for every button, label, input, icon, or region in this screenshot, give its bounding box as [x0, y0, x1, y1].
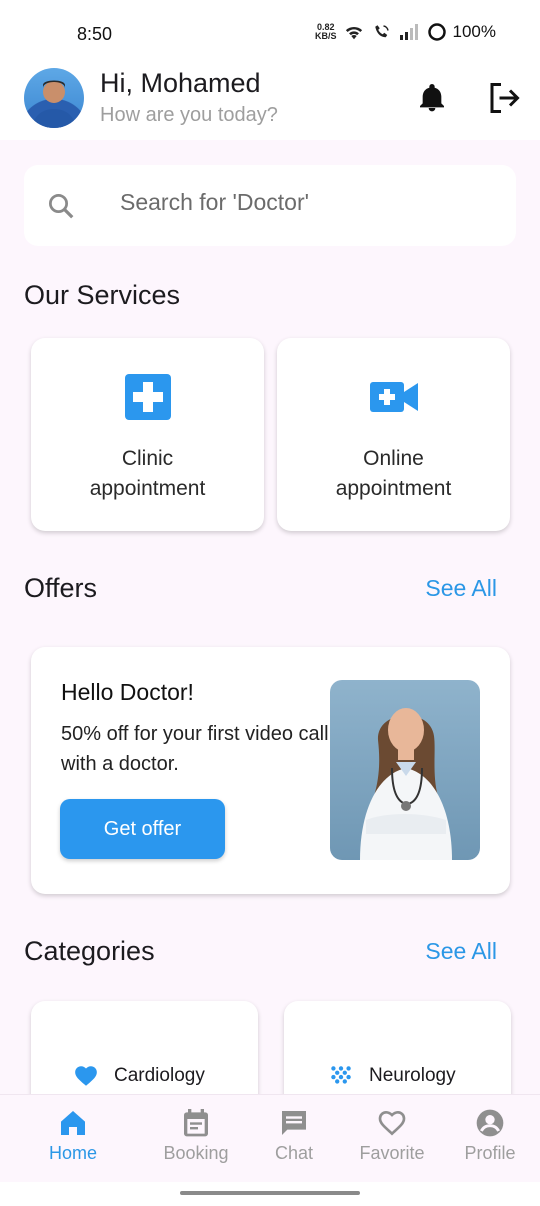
category-label: Cardiology — [114, 1065, 205, 1086]
nav-label: Favorite — [359, 1143, 425, 1163]
calendar-icon — [184, 1109, 208, 1137]
nav-profile[interactable]: Profile — [441, 1107, 539, 1164]
profile-icon — [476, 1109, 504, 1137]
nav-booking[interactable]: Booking — [147, 1107, 245, 1164]
home-icon — [61, 1111, 85, 1135]
bottom-navigation: Home Booking Chat Favorite Profile — [0, 1094, 540, 1182]
battery-level: 100% — [452, 22, 496, 41]
wifi-icon — [345, 26, 362, 40]
greeting-subtitle: How are you today? — [100, 104, 278, 126]
category-label: Neurology — [369, 1065, 456, 1086]
app-header: Hi, Mohamed How are you today? — [0, 68, 540, 140]
nav-favorite[interactable]: Favorite — [343, 1107, 441, 1164]
nav-label: Booking — [163, 1143, 229, 1163]
offers-title: Offers — [24, 573, 98, 603]
wifi-calling-icon — [374, 25, 389, 38]
network-speed: 0.82 KB/S — [315, 22, 337, 41]
search-icon — [49, 194, 74, 219]
chat-icon — [282, 1111, 306, 1135]
nav-home[interactable]: Home — [24, 1107, 122, 1164]
offer-card: Hello Doctor! 50% off for your first vid… — [31, 647, 510, 894]
signal-icon — [399, 24, 418, 40]
services-title: Our Services — [24, 280, 181, 310]
search-input[interactable] — [120, 189, 480, 216]
notification-bell-icon[interactable] — [416, 82, 448, 114]
categories-title: Categories — [24, 936, 155, 966]
categories-see-all-link[interactable]: See All — [425, 938, 497, 965]
online-appointment-card[interactable]: Online appointment — [277, 338, 510, 531]
status-time: 8:50 — [77, 24, 113, 44]
heart-outline-icon — [378, 1110, 406, 1136]
service-label: Online appointment — [335, 447, 452, 500]
battery-icon — [427, 23, 446, 41]
avatar-photo — [32, 80, 76, 128]
search-bar[interactable] — [24, 165, 516, 246]
nav-label: Chat — [274, 1143, 314, 1163]
heart-icon — [75, 1066, 97, 1086]
nav-label: Home — [48, 1143, 97, 1163]
offer-title: Hello Doctor! — [61, 679, 194, 705]
service-label: Clinic appointment — [89, 447, 206, 500]
gesture-handle[interactable] — [180, 1191, 360, 1195]
avatar[interactable] — [24, 68, 84, 128]
nav-chat[interactable]: Chat — [245, 1107, 343, 1164]
clinic-appointment-card[interactable]: Clinic appointment — [31, 338, 264, 531]
offer-description: 50% off for your first video call with a… — [61, 723, 329, 775]
neurology-dots-icon — [331, 1066, 351, 1084]
status-bar: 8:50 0.82 KB/S 100% — [0, 0, 540, 68]
status-icons: 0.82 KB/S 100% — [315, 22, 496, 42]
greeting-title: Hi, Mohamed — [100, 68, 261, 98]
offers-see-all-link[interactable]: See All — [425, 575, 497, 602]
video-call-icon — [369, 382, 418, 412]
medical-cross-icon — [124, 374, 171, 420]
logout-icon[interactable] — [486, 80, 522, 116]
doctor-photo — [330, 680, 480, 860]
nav-label: Profile — [464, 1143, 516, 1163]
get-offer-button[interactable]: Get offer — [60, 799, 225, 859]
